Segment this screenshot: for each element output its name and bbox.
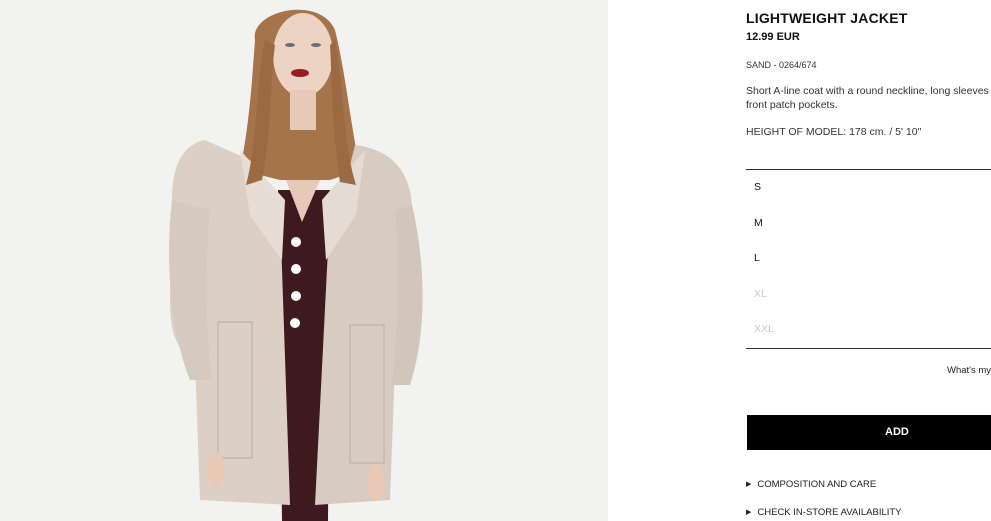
composition-care-label: COMPOSITION AND CARE: [757, 479, 877, 490]
product-color-reference: SAND - 0264/674: [746, 60, 817, 70]
product-title: LIGHTWEIGHT JACKET: [746, 10, 908, 26]
product-photo-illustration: [0, 0, 608, 521]
size-option-xxl[interactable]: XXL: [754, 323, 774, 335]
size-option-m[interactable]: M: [754, 217, 763, 229]
store-availability-label: CHECK IN-STORE AVAILABILITY: [757, 507, 902, 518]
product-description: Short A-line coat with a round neckline,…: [746, 85, 991, 111]
size-selector: S M L XL XXL: [746, 169, 991, 349]
add-to-cart-button[interactable]: ADD: [747, 415, 991, 450]
size-option-xl[interactable]: XL: [754, 288, 767, 300]
composition-care-link[interactable]: ▶ COMPOSITION AND CARE: [746, 479, 876, 490]
model-height: HEIGHT OF MODEL: 178 cm. / 5' 10": [746, 126, 922, 138]
caret-right-icon: ▶: [746, 509, 752, 516]
product-image[interactable]: [0, 0, 608, 521]
size-option-s[interactable]: S: [754, 181, 761, 193]
product-price: 12.99 EUR: [746, 31, 800, 43]
size-guide-link[interactable]: What's my size?: [947, 365, 991, 376]
product-info-panel: LIGHTWEIGHT JACKET 12.99 EUR SAND - 0264…: [746, 0, 991, 521]
add-button-label: ADD: [885, 426, 909, 438]
caret-right-icon: ▶: [746, 481, 752, 488]
store-availability-link[interactable]: ▶ CHECK IN-STORE AVAILABILITY: [746, 507, 902, 518]
size-option-l[interactable]: L: [754, 252, 760, 264]
